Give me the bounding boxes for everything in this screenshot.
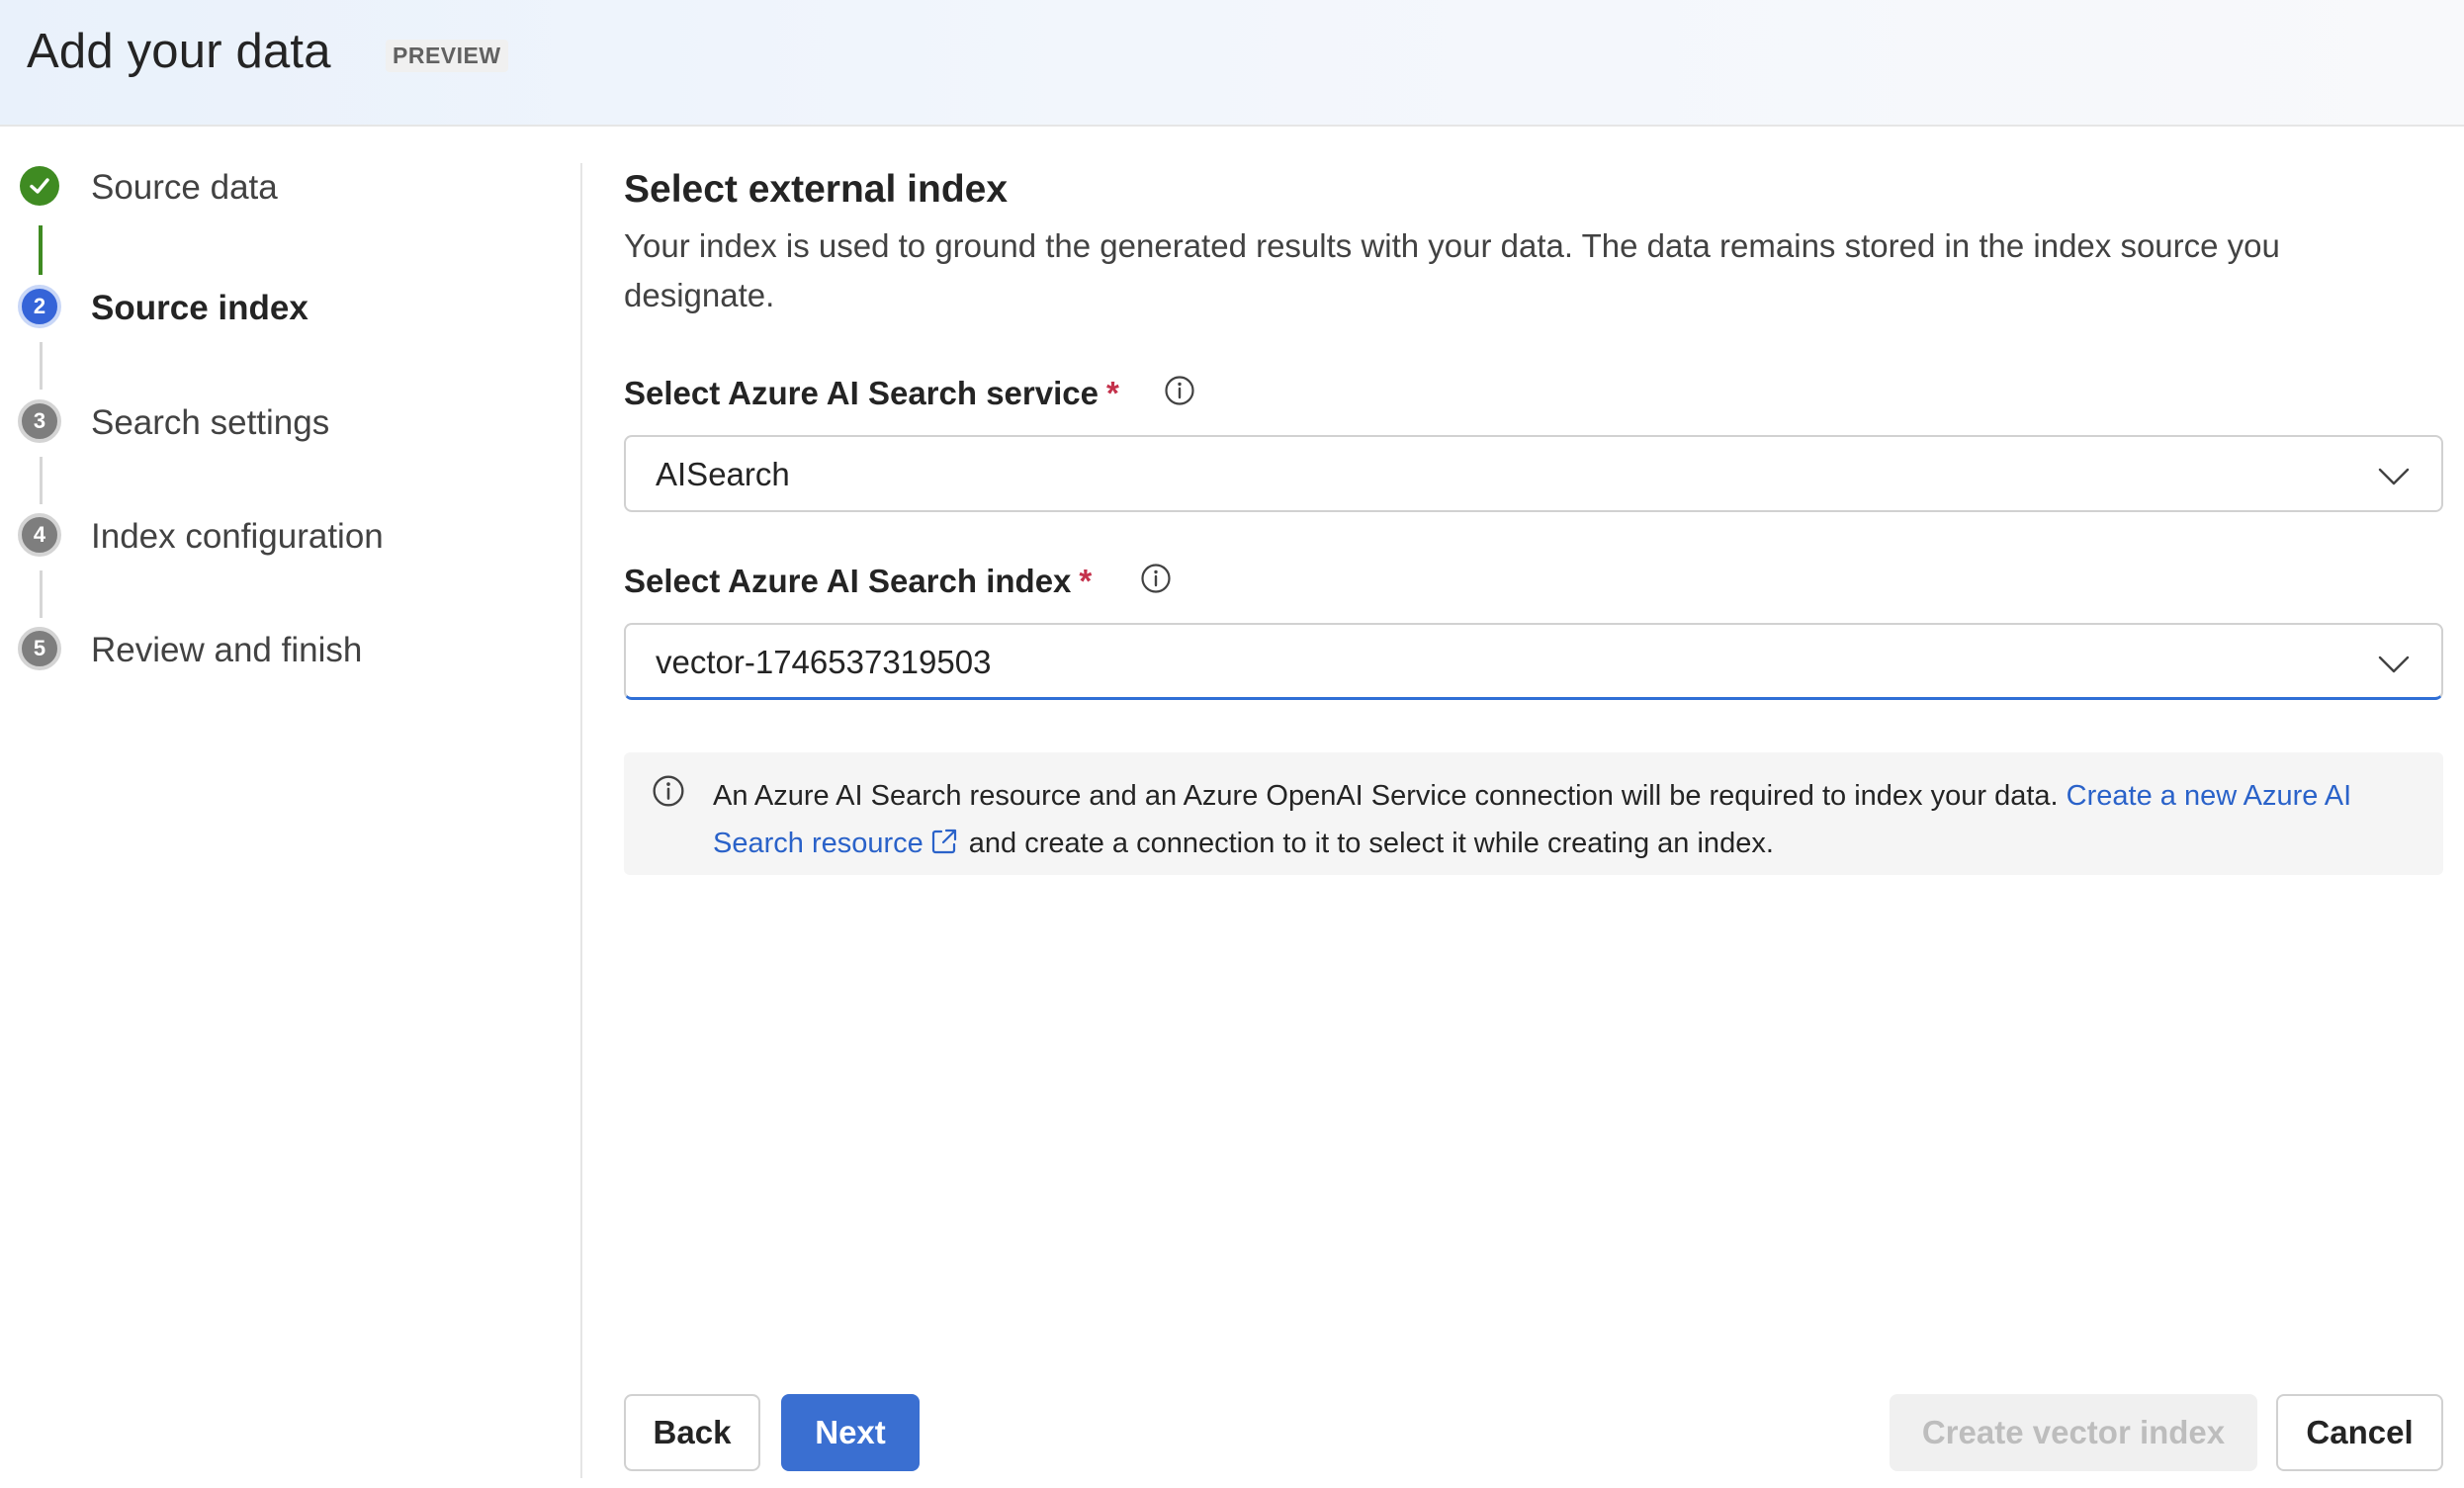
step-connector xyxy=(39,225,43,275)
step-label: Index configuration xyxy=(91,517,384,556)
main-content: Select external index Your index is used… xyxy=(624,127,2443,1488)
external-link-icon[interactable] xyxy=(929,827,959,856)
next-button[interactable]: Next xyxy=(781,1394,920,1471)
info-icon xyxy=(653,775,684,807)
sidebar-divider xyxy=(580,163,582,1478)
create-vector-index-button[interactable]: Create vector index xyxy=(1890,1394,2257,1471)
panel-header: Add your data PREVIEW xyxy=(0,0,2464,127)
required-marker: * xyxy=(1105,375,1119,411)
required-marker: * xyxy=(1079,563,1093,599)
step-number: 4 xyxy=(18,513,61,557)
field-label-text: Select Azure AI Search index xyxy=(624,563,1072,599)
checkmark-icon xyxy=(20,166,59,206)
chevron-down-icon xyxy=(2378,656,2410,673)
chevron-down-icon xyxy=(2378,468,2410,485)
step-label: Search settings xyxy=(91,403,330,442)
section-title: Select external index xyxy=(624,168,1009,211)
step-label: Review and finish xyxy=(91,631,363,669)
step-number: 3 xyxy=(18,399,61,443)
cancel-button[interactable]: Cancel xyxy=(2276,1394,2443,1471)
info-icon[interactable] xyxy=(1164,375,1195,406)
dropdown-value: AISearch xyxy=(656,456,790,492)
step-number: 5 xyxy=(18,627,61,670)
dropdown-value: vector-1746537319503 xyxy=(656,644,992,680)
search-service-label: Select Azure AI Search service * xyxy=(624,375,1119,412)
step-connector xyxy=(40,457,43,504)
preview-badge: PREVIEW xyxy=(386,40,508,72)
field-label-text: Select Azure AI Search service xyxy=(624,375,1099,411)
section-description: Your index is used to ground the generat… xyxy=(624,227,2280,313)
step-label: Source data xyxy=(91,168,278,207)
search-index-label: Select Azure AI Search index * xyxy=(624,563,1092,600)
page-title: Add your data xyxy=(27,25,331,78)
info-message-text: An Azure AI Search resource and an Azure… xyxy=(713,772,2423,867)
info-text-before: An Azure AI Search resource and an Azure… xyxy=(713,780,2059,812)
info-text-after: and create a connection to it to select … xyxy=(968,828,1774,859)
step-connector xyxy=(40,570,43,618)
step-label: Source index xyxy=(91,289,308,327)
search-service-dropdown[interactable]: AISearch xyxy=(624,435,2443,512)
search-index-dropdown[interactable]: vector-1746537319503 xyxy=(624,623,2443,700)
back-button[interactable]: Back xyxy=(624,1394,760,1471)
info-message-bar: An Azure AI Search resource and an Azure… xyxy=(624,752,2443,875)
step-number: 2 xyxy=(18,285,61,328)
wizard-stepper: Source data 2 Source index 3 Search sett… xyxy=(0,127,579,1488)
info-icon[interactable] xyxy=(1140,563,1172,594)
step-connector xyxy=(40,342,43,390)
